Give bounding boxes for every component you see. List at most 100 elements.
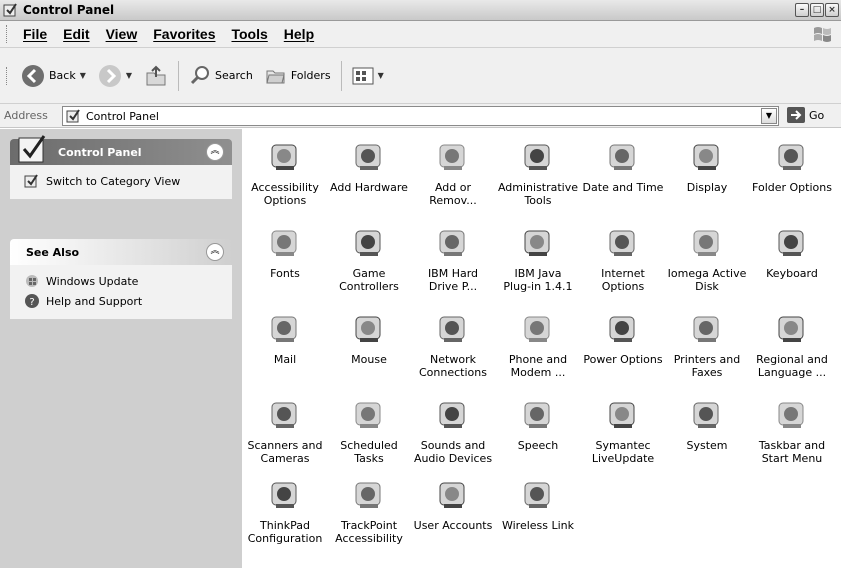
control-panel-item[interactable]: Taskbar and Start Menu <box>750 393 834 478</box>
user-accounts-icon <box>439 482 465 508</box>
item-label-line: ThinkPad <box>260 519 310 532</box>
forward-button[interactable]: ▼ <box>92 56 138 96</box>
item-label-line: Mail <box>273 353 297 366</box>
see-also-header[interactable]: See Also ︽ <box>10 239 232 265</box>
control-panel-item[interactable]: Mail <box>243 307 327 392</box>
views-dropdown-icon[interactable]: ▼ <box>378 71 384 80</box>
up-folder-button[interactable] <box>138 56 174 96</box>
keyboard-icon <box>778 230 804 256</box>
control-panel-item[interactable]: Symantec LiveUpdate <box>581 393 665 478</box>
search-button[interactable]: Search <box>183 56 259 96</box>
item-label: Network Connections <box>410 353 496 379</box>
forward-dropdown-icon[interactable]: ▼ <box>126 71 132 80</box>
item-label-line: Options <box>601 280 645 293</box>
title-bar: Control Panel – □ × <box>0 0 841 21</box>
control-panel-item[interactable]: Date and Time <box>581 135 665 220</box>
control-panel-section-title: Control Panel <box>58 145 142 159</box>
add-remove-programs-icon <box>439 144 465 170</box>
control-panel-item[interactable]: Sounds and Audio Devices <box>411 393 495 478</box>
control-panel-item[interactable]: Game Controllers <box>327 221 411 306</box>
menu-tools[interactable]: Tools <box>223 26 275 42</box>
scheduled-tasks-icon <box>355 402 381 428</box>
back-label: Back <box>49 69 76 82</box>
menu-file[interactable]: File <box>15 26 55 42</box>
item-label-line: Plug-in 1.4.1 <box>503 280 573 293</box>
control-panel-item[interactable]: Add or Remov... <box>411 135 495 220</box>
administrative-tools-icon <box>524 144 550 170</box>
item-label: TrackPoint Accessibility <box>326 519 412 545</box>
windows-logo-icon <box>814 27 831 42</box>
control-panel-item[interactable]: System <box>665 393 749 478</box>
network-connections-icon <box>439 316 465 342</box>
control-panel-items: Accessibility Options Add Hardware Add or Re… <box>242 129 841 568</box>
item-label: Date and Time <box>580 181 666 194</box>
item-label-line: Wireless Link <box>501 519 575 532</box>
control-panel-item[interactable]: ThinkPad Configuration <box>243 473 327 558</box>
mail-icon <box>271 316 297 342</box>
item-label-line: Power Options <box>583 353 663 366</box>
item-label-line: Phone and <box>508 353 568 366</box>
go-button[interactable]: Go <box>787 107 824 123</box>
ibm-hard-drive-icon <box>439 230 465 256</box>
control-panel-item[interactable]: Speech <box>496 393 580 478</box>
ibm-java-icon <box>524 230 550 256</box>
item-label-line: Options <box>263 194 307 207</box>
control-panel-item[interactable]: Phone and Modem ... <box>496 307 580 392</box>
item-label: Keyboard <box>749 267 835 280</box>
windows-update-link[interactable]: Windows Update <box>10 271 232 291</box>
menu-view[interactable]: View <box>98 26 146 42</box>
maximize-button[interactable]: □ <box>810 3 824 17</box>
address-label: Address <box>4 109 48 122</box>
close-button[interactable]: × <box>825 3 839 17</box>
menu-help[interactable]: Help <box>276 26 322 42</box>
switch-category-view-link[interactable]: Switch to Category View <box>10 171 232 191</box>
menu-favorites[interactable]: Favorites <box>145 26 223 42</box>
item-label: Folder Options <box>749 181 835 194</box>
control-panel-small-icon <box>66 109 80 123</box>
help-support-link[interactable]: ? Help and Support <box>10 291 232 311</box>
address-input[interactable]: Control Panel ▼ <box>62 106 779 126</box>
control-panel-item[interactable]: Scanners and Cameras <box>243 393 327 478</box>
back-button[interactable]: Back ▼ <box>15 56 92 96</box>
item-label: Mail <box>242 353 328 366</box>
collapse-icon[interactable]: ︽ <box>206 143 224 161</box>
control-panel-item[interactable]: Regional and Language ... <box>750 307 834 392</box>
control-panel-item[interactable]: Wireless Link <box>496 473 580 558</box>
minimize-button[interactable]: – <box>795 3 809 17</box>
back-dropdown-icon[interactable]: ▼ <box>80 71 86 80</box>
control-panel-item[interactable]: Mouse <box>327 307 411 392</box>
folders-button[interactable]: Folders <box>259 56 337 96</box>
collapse-icon[interactable]: ︽ <box>206 243 224 261</box>
control-panel-icon <box>3 3 17 17</box>
control-panel-item[interactable]: IBM Hard Drive P... <box>411 221 495 306</box>
menu-grip[interactable] <box>6 25 9 43</box>
control-panel-item[interactable]: Administrative Tools <box>496 135 580 220</box>
toolbar-grip[interactable] <box>6 66 9 85</box>
control-panel-item[interactable]: Power Options <box>581 307 665 392</box>
control-panel-item[interactable]: Add Hardware <box>327 135 411 220</box>
control-panel-item[interactable]: Printers and Faxes <box>665 307 749 392</box>
control-panel-item[interactable]: TrackPoint Accessibility <box>327 473 411 558</box>
control-panel-section-header[interactable]: Control Panel ︽ <box>10 135 232 165</box>
item-label-line: Iomega Active <box>667 267 747 280</box>
item-label-line: Disk <box>695 280 719 293</box>
item-label: System <box>664 439 750 452</box>
views-button[interactable]: ▼ <box>346 56 390 96</box>
folders-label: Folders <box>290 69 331 82</box>
control-panel-item[interactable]: User Accounts <box>411 473 495 558</box>
control-panel-item[interactable]: IBM Java Plug-in 1.4.1 <box>496 221 580 306</box>
control-panel-item[interactable]: Internet Options <box>581 221 665 306</box>
control-panel-item[interactable]: Folder Options <box>750 135 834 220</box>
item-label-line: Speech <box>517 439 559 452</box>
control-panel-item[interactable]: Iomega Active Disk <box>665 221 749 306</box>
control-panel-item[interactable]: Scheduled Tasks <box>327 393 411 478</box>
wireless-link-icon <box>524 482 550 508</box>
control-panel-item[interactable]: Accessibility Options <box>243 135 327 220</box>
control-panel-item[interactable]: Fonts <box>243 221 327 306</box>
menu-edit[interactable]: Edit <box>55 26 97 42</box>
folder-options-icon <box>778 144 804 170</box>
address-dropdown-icon[interactable]: ▼ <box>761 108 777 124</box>
control-panel-item[interactable]: Keyboard <box>750 221 834 306</box>
control-panel-item[interactable]: Display <box>665 135 749 220</box>
control-panel-item[interactable]: Network Connections <box>411 307 495 392</box>
